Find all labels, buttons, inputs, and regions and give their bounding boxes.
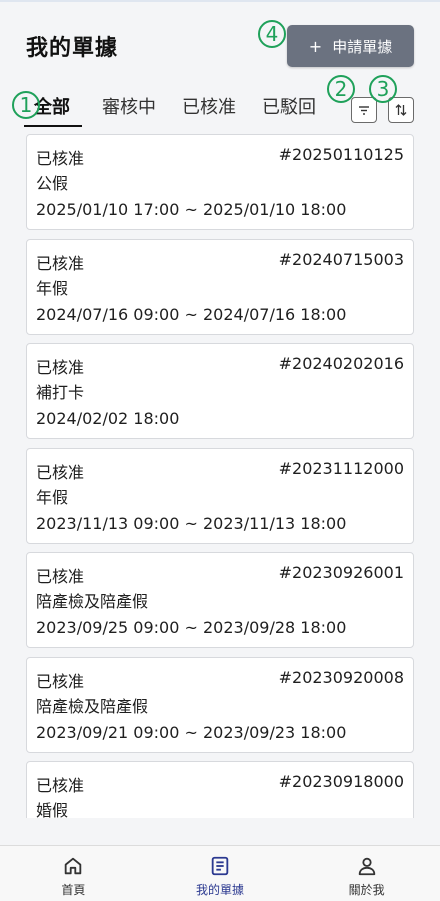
nav-my-documents[interactable]: 我的單據 [147,846,294,901]
nav-home-label: 首頁 [61,883,86,897]
status-label: 已核准 [36,358,85,377]
document-card[interactable]: 已核准 #20230918000 婚假 [26,761,414,818]
filter-icon [359,106,369,115]
filter-button[interactable] [351,97,377,123]
apply-button-label: 申請單據 [332,37,393,56]
plus-icon: + [308,36,323,56]
document-id: #20230920008 [278,667,404,687]
tab-rejected[interactable]: 已駁回 [256,93,322,127]
user-icon [358,857,375,876]
nav-my-documents-label: 我的單據 [196,883,245,897]
nav-about-me[interactable]: 關於我 [293,846,440,901]
leave-period: 2025/01/10 17:00 ~ 2025/01/10 18:00 [36,200,347,219]
tab-approved[interactable]: 已核准 [176,93,242,127]
status-tabs: 全部 審核中 已核准 已駁回 [24,93,336,129]
leave-type: 陪產檢及陪產假 [36,592,149,611]
document-id: #20240715003 [278,249,404,269]
document-id: #20250110125 [278,145,404,164]
leave-period: 2024/07/16 09:00 ~ 2024/07/16 18:00 [36,304,347,324]
document-card[interactable]: 已核准 #20230920008 陪產檢及陪產假 2023/09/21 09:00… [26,656,414,753]
document-card[interactable]: 已核准 #20240715003 年假 2024/07/16 09:00 ~ 20… [26,238,414,335]
tab-pending[interactable]: 審核中 [96,93,162,127]
document-card[interactable]: 已核准 #20240202016 補打卡 2024/02/02 18:00 [26,343,414,439]
sort-button[interactable] [388,97,414,123]
document-icon [211,856,229,876]
document-id: #20230918000 [278,772,404,791]
leave-type: 婚假 [36,801,69,818]
leave-type: 補打卡 [36,383,85,402]
status-label: 已核准 [36,462,85,482]
document-id: #20240202016 [278,354,404,373]
annotation-marker-4: 4 [258,20,286,48]
leave-type: 公假 [36,174,69,193]
document-card[interactable]: 已核准 #20250110125 公假 2025/01/10 17:00 ~ 20… [26,134,414,230]
page-title: 我的單據 [26,36,119,61]
leave-period: 2023/09/25 09:00 ~ 2023/09/28 18:00 [36,618,347,637]
status-label: 已核准 [36,149,85,168]
document-id: #20231112000 [278,458,404,478]
document-card[interactable]: 已核准 #20230926001 陪產檢及陪產假 2023/09/25 09:00… [26,552,414,648]
nav-home[interactable]: 首頁 [0,846,147,901]
document-id: #20230926001 [278,563,404,582]
document-card[interactable]: 已核准 #20231112000 年假 2023/11/13 09:00 ~ 20… [26,447,414,544]
annotation-marker-1: 1 [12,91,40,119]
annotation-marker-3: 3 [369,75,397,103]
leave-period: 2024/02/02 18:00 [36,409,180,428]
status-label: 已核准 [36,776,85,795]
leave-type: 陪產檢及陪產假 [36,696,149,716]
status-label: 已核准 [36,567,85,586]
status-label: 已核准 [36,253,85,273]
leave-period: 2023/09/21 09:00 ~ 2023/09/23 18:00 [36,722,347,742]
apply-document-button[interactable]: + 申請單據 [287,25,414,67]
leave-type: 年假 [36,278,69,298]
annotation-marker-2: 2 [327,75,355,103]
home-icon [65,857,82,875]
document-list[interactable]: 已核准 #20250110125 公假 2025/01/10 17:00 ~ 20… [26,134,414,818]
status-label: 已核准 [36,671,85,691]
page-header: 我的單據 + 申請單據 全部 審核中 已核准 已駁回 4 1 2 3 [0,0,440,130]
bottom-navigation: 首頁 我的單據 關於我 [0,845,440,901]
nav-about-me-label: 關於我 [348,883,385,897]
leave-period: 2023/11/13 09:00 ~ 2023/11/13 18:00 [36,513,347,533]
leave-type: 年假 [36,487,69,507]
sort-icon [395,104,407,116]
